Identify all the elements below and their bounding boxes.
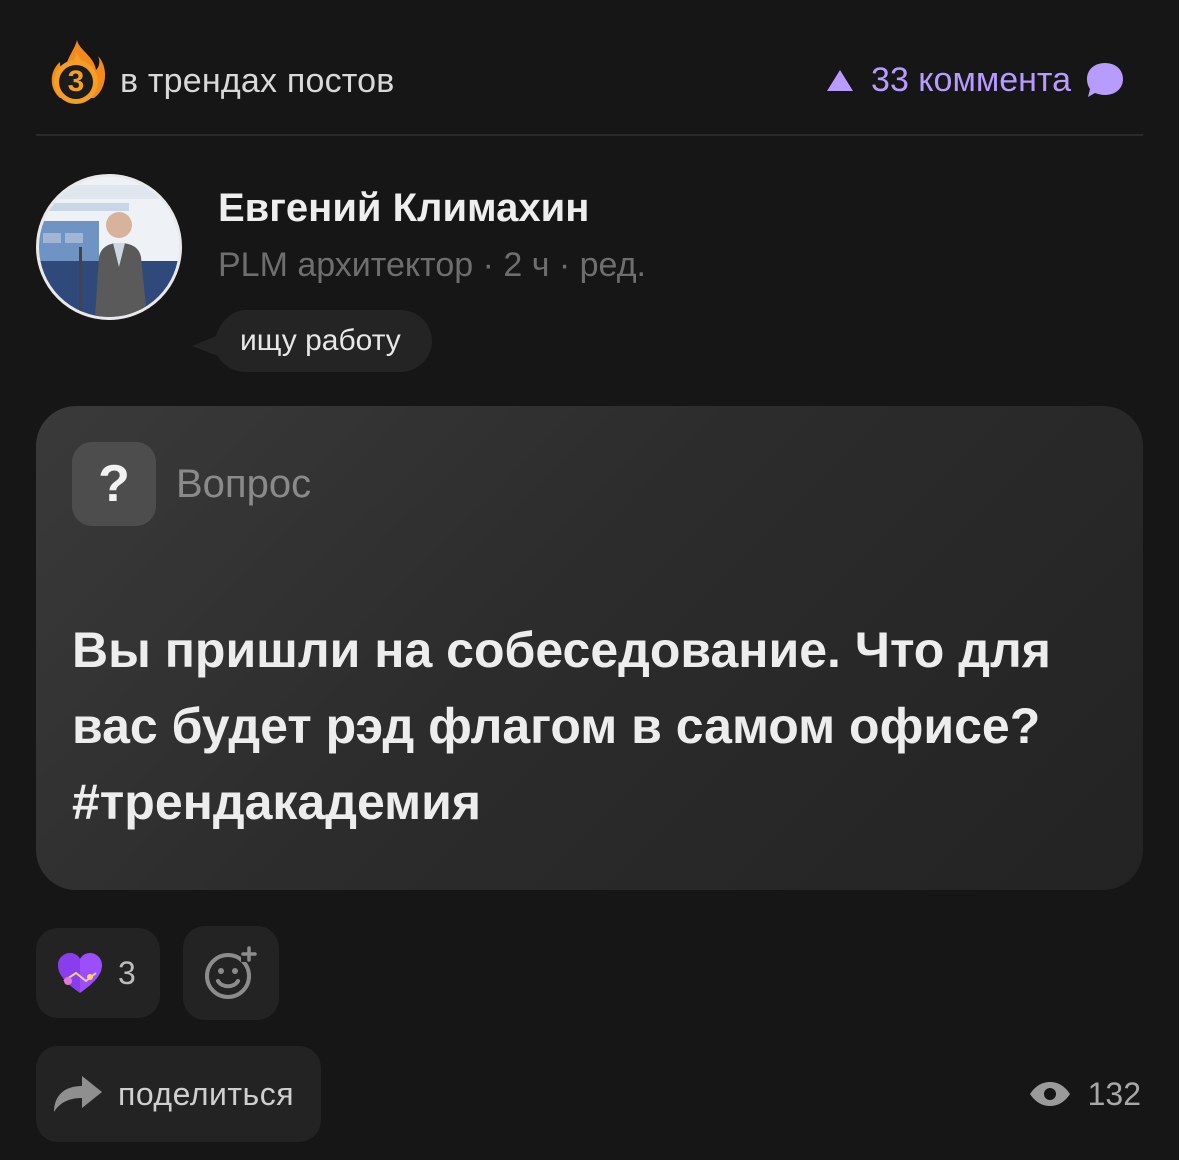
trend-label[interactable]: в трендах постов — [120, 62, 395, 101]
status-label: ищу работу — [240, 324, 401, 357]
question-card[interactable]: ? Вопрос Вы пришли на собеседование. Что… — [36, 406, 1143, 890]
post-type-label: Вопрос — [176, 462, 312, 506]
share-label: поделиться — [118, 1075, 295, 1112]
heart-icon — [58, 953, 102, 993]
avatar[interactable] — [36, 174, 182, 320]
heart-reaction-button[interactable]: 3 — [36, 928, 160, 1018]
trend-fire-icon: 3 — [48, 38, 106, 108]
add-emoji-icon — [205, 946, 257, 999]
status-chip: ищу работу — [192, 310, 432, 372]
trend-rank: 3 — [67, 65, 85, 98]
share-button[interactable]: поделиться — [36, 1046, 321, 1142]
views-counter: 132 — [1028, 1072, 1141, 1116]
arrow-up-icon — [827, 69, 854, 91]
author-meta: PLM архитектор · 2 ч · ред. — [218, 246, 647, 284]
heart-count: 3 — [118, 954, 136, 991]
comments-link[interactable]: 33 коммента — [827, 58, 1125, 102]
eye-icon — [1029, 1082, 1070, 1106]
post-text: Вы пришли на собеседование. Что для вас … — [72, 622, 1051, 830]
question-icon: ? — [72, 442, 156, 526]
post-header: 3 в трендах постов 33 коммента — [36, 28, 1143, 136]
views-count: 132 — [1087, 1075, 1141, 1112]
comment-bubble-icon — [1087, 63, 1123, 97]
question-glyph: ? — [98, 455, 130, 513]
share-arrow-icon — [54, 1076, 102, 1112]
author-name[interactable]: Евгений Климахин — [218, 186, 589, 231]
post-card: 3 в трендах постов 33 коммента Евгений К… — [0, 0, 1179, 1160]
add-reaction-button[interactable] — [183, 926, 279, 1020]
comments-count: 33 коммента — [871, 60, 1071, 99]
